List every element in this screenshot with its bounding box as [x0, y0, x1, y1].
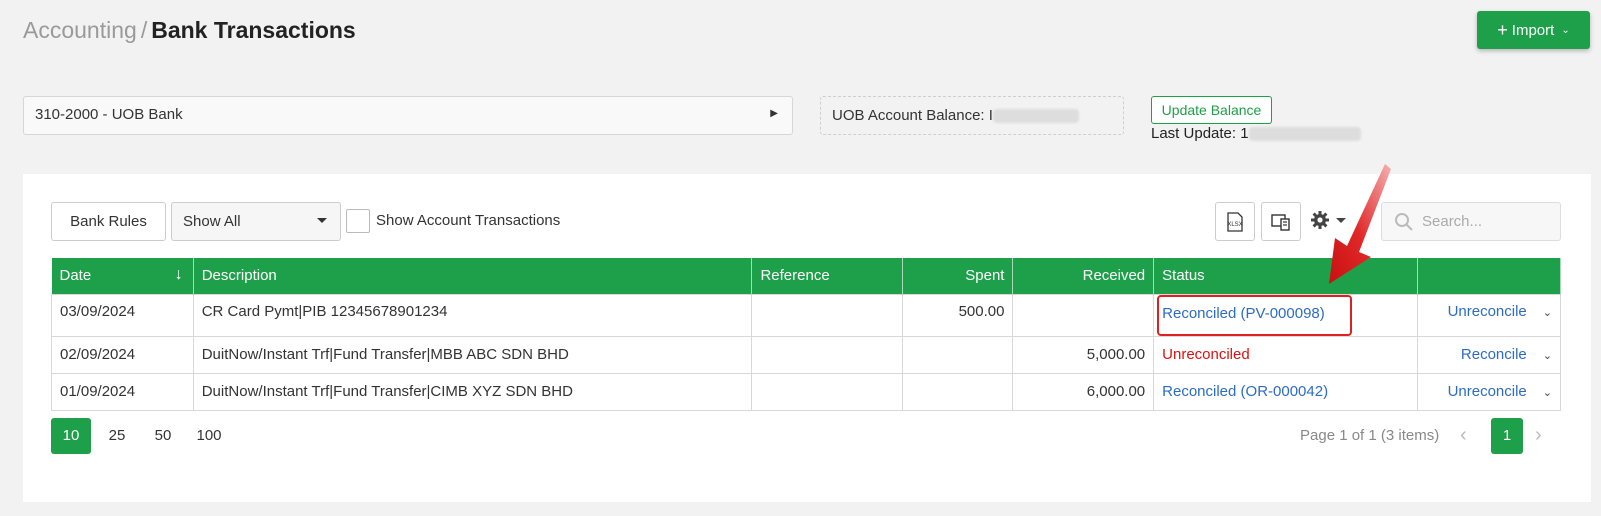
bank-rules-button[interactable]: Bank Rules [51, 202, 166, 241]
table-row[interactable]: 02/09/2024 DuitNow/Instant Trf|Fund Tran… [51, 335, 1561, 374]
page-size-option[interactable]: 50 [143, 418, 183, 454]
cell-description: DuitNow/Instant Trf|Fund Transfer|MBB AB… [192, 335, 753, 374]
show-account-transactions-checkbox[interactable] [346, 209, 370, 233]
breadcrumb: Accounting / Bank Transactions [23, 16, 356, 44]
cell-received: 6,000.00 [1012, 372, 1155, 411]
chevron-left-icon[interactable]: ‹ [1460, 424, 1467, 447]
page-size-option[interactable]: 25 [97, 418, 137, 454]
page-number-button[interactable]: 1 [1491, 418, 1523, 454]
chevron-down-icon[interactable]: ⌄ [1543, 306, 1552, 319]
cell-received: 5,000.00 [1012, 335, 1155, 374]
unreconcile-link[interactable]: Unreconcile [1448, 383, 1527, 400]
cell-reference [751, 293, 904, 337]
cell-description: CR Card Pymt|PIB 12345678901234 [192, 293, 753, 337]
cell-date: 01/09/2024 [51, 372, 194, 411]
search-input[interactable]: Search... [1381, 202, 1561, 241]
caret-down-icon [317, 218, 327, 223]
cell-status: Unreconciled [1153, 335, 1419, 374]
column-header-received[interactable]: Received [1012, 258, 1155, 294]
cell-actions: Unreconcile ⌄ [1417, 293, 1561, 337]
page-size-option[interactable]: 100 [189, 418, 229, 454]
unreconcile-link[interactable]: Unreconcile [1448, 303, 1527, 320]
page-size-option[interactable]: 10 [51, 418, 91, 454]
cell-description: DuitNow/Instant Trf|Fund Transfer|CIMB X… [192, 372, 753, 411]
caret-right-icon: ▶ [770, 108, 778, 119]
pager-info: Page 1 of 1 (3 items) [1300, 427, 1440, 444]
import-label: Import [1511, 21, 1555, 39]
last-update-label: Last Update: 1 [1151, 125, 1249, 142]
column-header-reference[interactable]: Reference [751, 258, 904, 294]
chevron-right-icon[interactable]: › [1535, 424, 1542, 447]
status-text: Unreconciled [1162, 345, 1250, 363]
last-update: Last Update: 1 [1151, 125, 1361, 142]
page-title: Bank Transactions [151, 17, 356, 43]
cell-status: Reconciled (OR-000042) [1153, 372, 1419, 411]
bank-account-select[interactable]: 310-2000 - UOB Bank ▶ [23, 96, 793, 135]
cell-date: 02/09/2024 [51, 335, 194, 374]
cell-date: 03/09/2024 [51, 293, 194, 337]
cell-spent [902, 335, 1014, 374]
sort-down-icon: ↓ [174, 266, 183, 283]
chevron-down-icon: ⌄ [1561, 24, 1570, 36]
column-header-date[interactable]: Date ↓ [51, 258, 194, 294]
cell-spent [902, 372, 1014, 411]
chevron-down-icon[interactable]: ⌄ [1543, 386, 1552, 399]
account-balance-box: UOB Account Balance: I [820, 96, 1124, 135]
column-header-description[interactable]: Description [193, 258, 753, 294]
filter-select-value: Show All [183, 213, 241, 230]
status-link[interactable]: Reconciled (PV-000098) [1162, 305, 1325, 322]
redacted-last-update [1248, 127, 1361, 142]
column-chooser-button[interactable] [1261, 202, 1301, 241]
reconcile-link[interactable]: Reconcile [1461, 346, 1527, 363]
table-row[interactable]: 01/09/2024 DuitNow/Instant Trf|Fund Tran… [51, 372, 1561, 411]
table-row[interactable]: 03/09/2024 CR Card Pymt|PIB 123456789012… [51, 293, 1561, 337]
show-account-transactions-label[interactable]: Show Account Transactions [376, 212, 560, 229]
column-chooser-icon [1271, 213, 1290, 231]
cell-spent: 500.00 [902, 293, 1014, 337]
search-placeholder: Search... [1422, 213, 1483, 230]
column-header-spent[interactable]: Spent [902, 258, 1014, 294]
breadcrumb-parent[interactable]: Accounting [23, 17, 137, 43]
redacted-balance [992, 109, 1079, 124]
cell-actions: Unreconcile ⌄ [1417, 372, 1561, 411]
page-size-selector: 10 25 50 100 [51, 418, 229, 454]
export-xlsx-button[interactable]: XLSX [1215, 202, 1255, 241]
status-link[interactable]: Reconciled (OR-000042) [1162, 383, 1328, 400]
cell-status: Reconciled (PV-000098) [1153, 293, 1419, 337]
breadcrumb-separator: / [140, 17, 148, 43]
column-header-actions [1417, 258, 1561, 294]
plus-icon: + [1497, 20, 1508, 40]
svg-text:XLSX: XLSX [1227, 222, 1242, 228]
update-balance-button[interactable]: Update Balance [1151, 96, 1272, 124]
cell-actions: Reconcile ⌄ [1417, 335, 1561, 374]
account-balance-label: UOB Account Balance: I [832, 107, 993, 124]
import-button[interactable]: + Import ⌄ [1477, 11, 1590, 49]
chevron-down-icon[interactable]: ⌄ [1543, 349, 1552, 362]
cell-reference [751, 372, 904, 411]
cell-received [1012, 293, 1155, 337]
filter-select[interactable]: Show All [171, 202, 341, 241]
annotation-arrow-icon [1329, 164, 1391, 284]
cell-reference [751, 335, 904, 374]
bank-account-value: 310-2000 - UOB Bank [35, 106, 183, 123]
xlsx-icon: XLSX [1227, 211, 1243, 232]
